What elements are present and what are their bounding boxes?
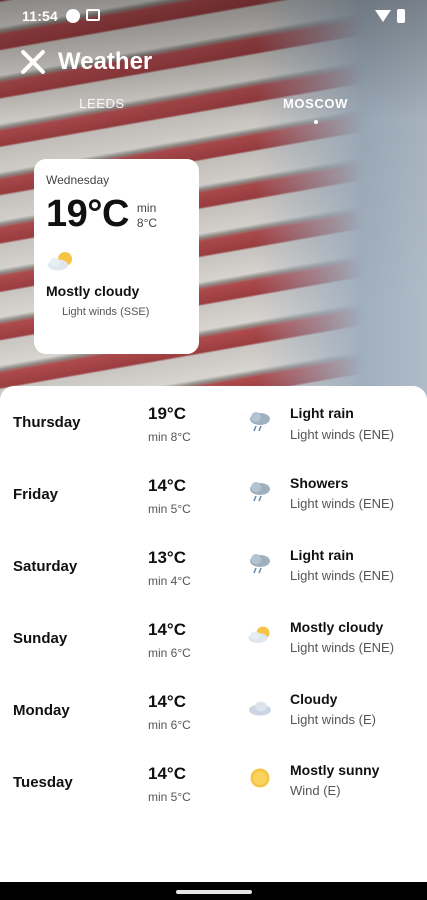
forecast-condition: Light rain (290, 547, 354, 563)
forecast-temp: 19°C (148, 404, 186, 423)
forecast-min: min 8°C (148, 430, 191, 444)
forecast-day: Monday (13, 702, 70, 719)
forecast-condition: Mostly cloudy (290, 619, 384, 635)
forecast-condition: Showers (290, 475, 349, 491)
forecast-temp: 14°C (148, 620, 186, 639)
home-gesture-handle[interactable] (176, 890, 252, 894)
forecast-wind: Light winds (ENE) (290, 568, 395, 583)
forecast-temp: 14°C (148, 476, 186, 495)
cloud-icon (249, 701, 271, 716)
notification-window-icon (86, 9, 101, 21)
forecast-condition: Cloudy (290, 691, 338, 707)
tab-leeds[interactable]: LEEDS (0, 96, 204, 130)
tab-moscow[interactable]: MOSCOW (204, 96, 427, 130)
location-tabs: LEEDS MOSCOW (0, 96, 427, 130)
sun-icon (250, 768, 270, 788)
forecast-min: min 5°C (148, 502, 191, 516)
forecast-min: min 5°C (148, 790, 191, 804)
current-day: Wednesday (46, 173, 110, 187)
forecast-wind: Light winds (ENE) (290, 427, 395, 442)
status-bar: 11:54 (0, 0, 427, 32)
forecast-temp: 14°C (148, 764, 186, 783)
forecast-wind: Wind (E) (290, 783, 341, 798)
partly-cloudy-icon (48, 252, 72, 271)
wifi-icon (375, 10, 391, 22)
status-system-icons (375, 9, 405, 23)
notification-icon (66, 9, 81, 23)
current-condition: Mostly cloudy (46, 283, 140, 299)
rain-cloud-icon (250, 412, 270, 432)
forecast-min: min 6°C (148, 718, 191, 732)
forecast-condition: Light rain (290, 405, 354, 421)
status-time: 11:54 (22, 8, 59, 24)
forecast-row-saturday[interactable]: Saturday 13°C min 4°C Light rain Light w… (0, 530, 427, 602)
system-nav-bar (0, 882, 427, 900)
forecast-sheet: Thursday 19°C min 8°C Light rain Light w… (0, 386, 427, 882)
forecast-day: Friday (13, 486, 59, 503)
current-min-value: 8°C (136, 216, 158, 230)
forecast-temp: 14°C (148, 692, 186, 711)
forecast-row-sunday[interactable]: Sunday 14°C min 6°C Mostly cloudy Light … (0, 602, 427, 674)
current-weather-card: Wednesday 19°C min 8°C Mostly cloudy Lig… (34, 159, 199, 354)
current-temp-row: 19°C min 8°C (46, 193, 187, 236)
forecast-row-monday[interactable]: Monday 14°C min 6°C Cloudy Light winds (… (0, 674, 427, 746)
app-bar: Weather (0, 40, 427, 84)
forecast-min: min 6°C (148, 646, 191, 660)
forecast-condition: Mostly sunny (290, 762, 380, 778)
forecast-row-thursday[interactable]: Thursday 19°C min 8°C Light rain Light w… (0, 386, 427, 458)
current-temp: 19°C (46, 193, 129, 235)
forecast-day: Thursday (13, 414, 81, 431)
forecast-wind: Light winds (ENE) (290, 640, 395, 655)
forecast-day: Sunday (13, 630, 68, 647)
forecast-temp: 13°C (148, 548, 186, 567)
close-icon[interactable] (18, 47, 48, 77)
current-min-label: min (136, 201, 157, 215)
current-min: min 8°C (137, 201, 157, 231)
current-wind: Light winds (SSE) (62, 306, 150, 318)
forecast-row-friday[interactable]: Friday 14°C min 5°C Showers Light winds … (0, 458, 427, 530)
status-notification-icons (66, 9, 101, 23)
forecast-wind: Light winds (E) (290, 712, 376, 727)
forecast-row-tuesday[interactable]: Tuesday 14°C min 5°C Mostly sunny Wind (… (0, 746, 427, 818)
forecast-wind: Light winds (ENE) (290, 496, 395, 511)
forecast-min: min 4°C (148, 574, 191, 588)
battery-icon (397, 9, 405, 23)
app-title: Weather (58, 48, 153, 75)
partly-cloudy-icon (248, 626, 270, 643)
rain-cloud-icon (250, 554, 270, 574)
forecast-day: Saturday (13, 558, 78, 575)
forecast-day: Tuesday (13, 774, 73, 791)
rain-cloud-icon (250, 482, 270, 502)
